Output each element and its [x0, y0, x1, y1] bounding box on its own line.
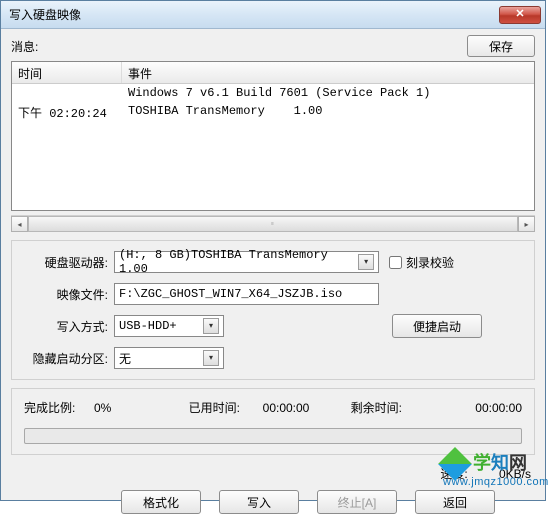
cell-time: 下午 02:20:24	[12, 102, 122, 123]
quick-boot-button[interactable]: 便捷启动	[392, 314, 482, 338]
speed-label: 速度:	[440, 467, 467, 481]
message-label: 消息:	[11, 38, 38, 55]
button-row: 格式化 写入 终止[A] 返回	[11, 490, 535, 514]
col-header-event[interactable]: 事件	[122, 62, 534, 83]
verify-checkbox[interactable]: 刻录校验	[389, 254, 454, 271]
save-button[interactable]: 保存	[467, 35, 535, 57]
col-header-time[interactable]: 时间	[12, 62, 122, 83]
hidden-partition-value: 无	[119, 350, 131, 367]
log-listbox[interactable]: 时间 事件 Windows 7 v6.1 Build 7601 (Service…	[11, 61, 535, 211]
remain-label: 剩余时间:	[332, 399, 402, 416]
dialog-window: 写入硬盘映像 ✕ 消息: 保存 时间 事件 Windows 7 v6.1 Bui…	[0, 0, 546, 501]
scroll-thumb[interactable]: ≡	[28, 216, 518, 232]
chevron-down-icon[interactable]: ▾	[358, 254, 374, 270]
scroll-right-icon[interactable]: ▸	[518, 216, 535, 232]
chevron-down-icon[interactable]: ▾	[203, 318, 219, 334]
verify-label: 刻录校验	[406, 254, 454, 271]
hidden-partition-combobox[interactable]: 无 ▾	[114, 347, 224, 369]
elapsed-value: 00:00:00	[246, 401, 326, 415]
cell-event: Windows 7 v6.1 Build 7601 (Service Pack …	[122, 84, 534, 102]
chevron-down-icon[interactable]: ▾	[203, 350, 219, 366]
image-file-input[interactable]	[114, 283, 379, 305]
verify-checkbox-input[interactable]	[389, 256, 402, 269]
cell-event: TOSHIBA TransMemory 1.00	[122, 102, 534, 123]
progress-group: 完成比例: 0% 已用时间: 00:00:00 剩余时间: 00:00:00	[11, 388, 535, 455]
hidden-partition-label: 隐藏启动分区:	[24, 350, 114, 367]
image-label: 映像文件:	[24, 286, 114, 303]
list-item[interactable]: Windows 7 v6.1 Build 7601 (Service Pack …	[12, 84, 534, 102]
title-bar[interactable]: 写入硬盘映像 ✕	[1, 1, 545, 29]
scroll-left-icon[interactable]: ◂	[11, 216, 28, 232]
progress-bar	[24, 428, 522, 444]
content-area: 消息: 保存 时间 事件 Windows 7 v6.1 Build 7601 (…	[1, 29, 545, 500]
cell-time	[12, 84, 122, 102]
drive-combobox[interactable]: (H:, 8 GB)TOSHIBA TransMemory 1.00 ▾	[114, 251, 379, 273]
log-header: 时间 事件	[12, 62, 534, 84]
done-label: 完成比例:	[24, 399, 88, 416]
close-button[interactable]: ✕	[499, 6, 541, 24]
done-value: 0%	[94, 401, 174, 415]
horizontal-scrollbar[interactable]: ◂ ≡ ▸	[11, 215, 535, 232]
settings-group: 硬盘驱动器: (H:, 8 GB)TOSHIBA TransMemory 1.0…	[11, 240, 535, 380]
drive-label: 硬盘驱动器:	[24, 254, 114, 271]
write-button[interactable]: 写入	[219, 490, 299, 514]
abort-button: 终止[A]	[317, 490, 397, 514]
drive-value: (H:, 8 GB)TOSHIBA TransMemory 1.00	[119, 248, 358, 276]
elapsed-label: 已用时间:	[180, 399, 240, 416]
write-mode-combobox[interactable]: USB-HDD+ ▾	[114, 315, 224, 337]
log-body: Windows 7 v6.1 Build 7601 (Service Pack …	[12, 84, 534, 210]
scroll-track[interactable]: ≡	[28, 216, 518, 232]
write-mode-value: USB-HDD+	[119, 319, 177, 333]
format-button[interactable]: 格式化	[121, 490, 201, 514]
back-button[interactable]: 返回	[415, 490, 495, 514]
speed-value: 0KB/s	[471, 467, 531, 481]
remain-value: 00:00:00	[408, 401, 522, 415]
window-title: 写入硬盘映像	[9, 6, 81, 23]
list-item[interactable]: 下午 02:20:24 TOSHIBA TransMemory 1.00	[12, 102, 534, 123]
write-mode-label: 写入方式:	[24, 318, 114, 335]
